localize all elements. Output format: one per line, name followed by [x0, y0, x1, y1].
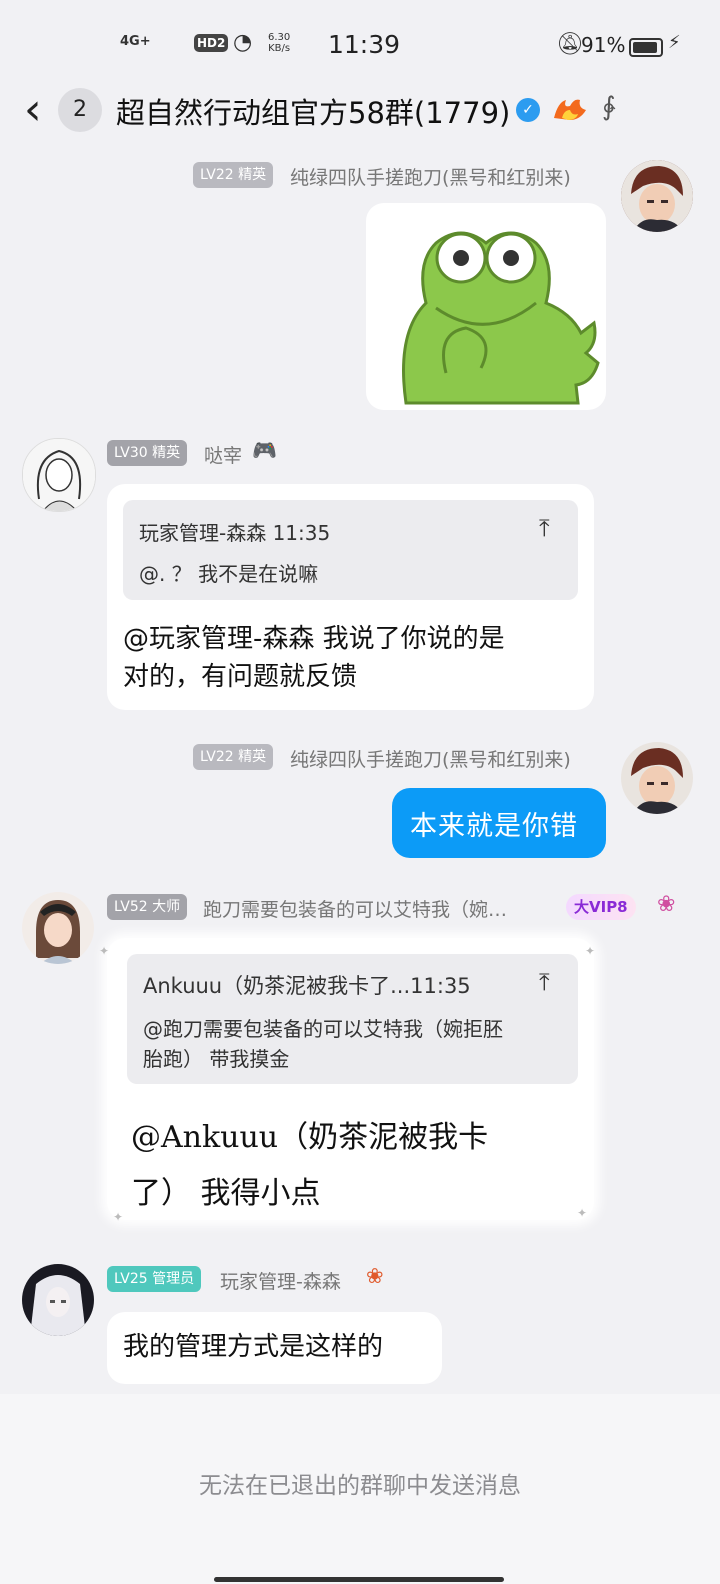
signal-icon: 4G+ — [120, 34, 151, 49]
level-badge: LV22 精英 — [193, 744, 274, 770]
sender-name[interactable]: 纯绿四队手搓跑刀(黑号和红别来) — [290, 745, 571, 772]
avatar[interactable] — [621, 742, 693, 814]
reply-message[interactable]: Ankuuu（奶茶泥被我卡了...11:35 ⤒ @跑刀需要包装备的可以艾特我（… — [99, 938, 596, 1224]
message-text-line: 了） 我得小点 — [131, 1176, 321, 1211]
jump-to-quote-icon[interactable]: ⤒ — [539, 514, 550, 542]
jump-to-quote-icon[interactable]: ⤒ — [539, 968, 550, 996]
quote-text: @. ？ 我不是在说嘛 — [139, 562, 319, 586]
level-badge: LV22 精英 — [193, 162, 274, 188]
quote-header: Ankuuu（奶茶泥被我卡了...11:35 — [143, 974, 471, 998]
sparkle-icon: ✦ — [99, 944, 110, 958]
avatar[interactable] — [22, 892, 94, 964]
avatar[interactable] — [22, 1264, 94, 1336]
text-message[interactable]: 我的管理方式是这样的 — [107, 1312, 442, 1384]
chevron-left-icon[interactable]: ‹ — [24, 88, 42, 132]
status-bar: 4G+ HD2 ◔ 6.30 KB/s 11:39 🔕︎ 91% ⚡︎ — [0, 0, 720, 86]
flame-badge-icon: ❀ — [366, 1264, 384, 1288]
quoted-message[interactable]: 玩家管理-森森 11:35 ⤒ @. ？ 我不是在说嘛 — [123, 500, 578, 600]
quote-text-line: @跑刀需要包装备的可以艾特我（婉拒胚 — [143, 1017, 503, 1041]
level-badge: LV25 管理员 — [107, 1266, 202, 1292]
message-text: 本来就是你错 — [410, 811, 578, 842]
game-badge-icon: 🎮 — [252, 438, 277, 462]
network-speed-value: 6.30 — [268, 32, 291, 43]
sender-name[interactable]: 玩家管理-森森 — [220, 1267, 341, 1294]
message-text-line: 对的，有问题就反馈 — [123, 662, 358, 692]
message-text-line: @Ankuuu（奶茶泥被我卡 — [131, 1120, 489, 1155]
input-disabled-area: 无法在已退出的群聊中发送消息 — [0, 1394, 720, 1584]
ear-icon[interactable]: ∳ — [602, 92, 616, 122]
level-badge: LV30 精英 — [107, 440, 188, 466]
quote-header: 玩家管理-森森 11:35 — [139, 521, 331, 545]
avatar[interactable] — [22, 438, 96, 512]
sparkle-icon: ✦ — [577, 1206, 588, 1220]
lotus-badge-icon: ❀ — [657, 892, 676, 917]
fire-badge-icon — [550, 96, 590, 126]
charging-icon: ⚡︎ — [668, 32, 681, 53]
sparkle-icon: ✦ — [585, 944, 596, 958]
home-indicator[interactable] — [214, 1577, 504, 1582]
reply-message[interactable]: 玩家管理-森森 11:35 ⤒ @. ？ 我不是在说嘛 @玩家管理-森森 我说了… — [107, 484, 594, 710]
message-text: 我的管理方式是这样的 — [123, 1332, 384, 1362]
level-badge: LV52 大师 — [107, 894, 188, 920]
sticker-message[interactable] — [366, 203, 606, 410]
quote-text-line: 胎跑） 带我摸金 — [143, 1047, 290, 1071]
battery-percent: 91% — [581, 33, 626, 57]
message-text-line: @玩家管理-森森 我说了你说的是 — [123, 624, 505, 654]
wifi-icon: ◔ — [233, 30, 253, 55]
sender-name[interactable]: 跑刀需要包装备的可以艾特我（婉… — [203, 895, 507, 922]
verified-badge-icon: ✓ — [516, 98, 540, 122]
unread-count-badge[interactable]: 2 — [58, 88, 102, 132]
vip-badge: 大VIP8 — [566, 894, 636, 920]
text-message[interactable]: 本来就是你错 — [392, 788, 606, 858]
sender-name[interactable]: 哒宰 — [204, 441, 242, 468]
frog-sticker — [402, 231, 600, 405]
sparkle-icon: ✦ — [113, 1210, 124, 1224]
hd-voice-icon: HD2 — [194, 34, 229, 52]
vip-label: 大VIP8 — [574, 898, 628, 916]
chat-title[interactable]: 超自然行动组官方58群(1779) — [116, 90, 510, 132]
avatar[interactable] — [621, 160, 693, 232]
status-time: 11:39 — [328, 30, 401, 59]
cannot-send-notice: 无法在已退出的群聊中发送消息 — [199, 1473, 521, 1499]
sender-name[interactable]: 纯绿四队手搓跑刀(黑号和红别来) — [290, 163, 571, 190]
network-speed-unit: KB/s — [268, 43, 291, 54]
mute-bell-icon: 🔕︎ — [556, 32, 584, 57]
battery-icon — [629, 38, 663, 57]
network-speed: 6.30 KB/s — [268, 32, 290, 54]
quoted-message[interactable]: Ankuuu（奶茶泥被我卡了...11:35 ⤒ @跑刀需要包装备的可以艾特我（… — [127, 954, 578, 1084]
